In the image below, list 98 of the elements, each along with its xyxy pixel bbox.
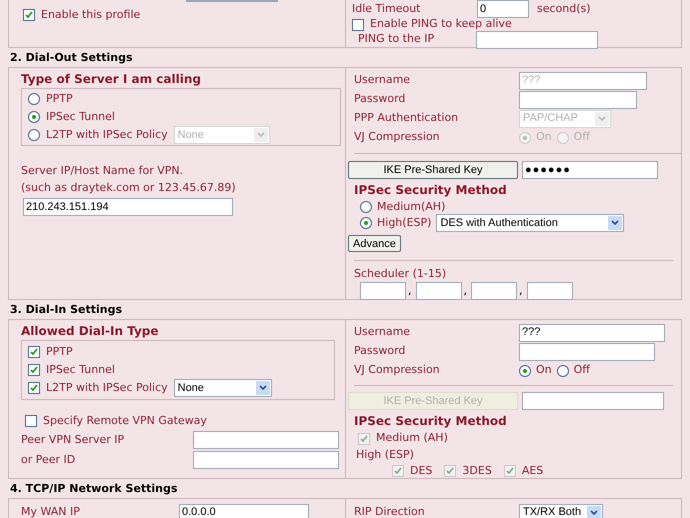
checkmark-icon <box>394 467 402 475</box>
text-field[interactable]: 0 <box>477 0 529 18</box>
checkbox[interactable] <box>28 346 40 358</box>
text-field[interactable] <box>193 431 339 449</box>
field-label: PING to the IP <box>358 31 436 48</box>
checkbox-label: PPTP <box>46 344 73 360</box>
dropdown-value: PAP/CHAP <box>523 111 578 126</box>
checkbox[interactable] <box>25 415 37 427</box>
group-title: Type of Server I am calling <box>21 71 202 88</box>
advance-button[interactable]: Advance <box>348 235 401 252</box>
field-label: Username <box>354 72 412 88</box>
radio-label: On <box>536 129 552 146</box>
ike-pre-shared-key-button[interactable]: IKE Pre-Shared Key <box>348 161 518 179</box>
dropdown[interactable]: DES with Authentication <box>436 214 624 232</box>
section-title: 4. TCP/IP Network Settings <box>9 482 178 496</box>
field-label: Password <box>354 91 406 108</box>
checkbox-label: Specify Remote VPN Gateway <box>43 412 207 429</box>
radio-label: Off <box>574 129 590 146</box>
checkmark-icon <box>25 11 33 20</box>
checkbox-label: L2TP with IPSec Policy <box>46 380 168 396</box>
field-label: Idle Timeout <box>352 0 422 17</box>
dropdown[interactable]: TX/RX Both <box>519 504 603 518</box>
dropdown[interactable]: None <box>174 379 272 397</box>
radio-button[interactable] <box>28 129 40 141</box>
checkmark-icon <box>506 467 514 475</box>
radio-label: L2TP with IPSec Policy <box>46 126 168 143</box>
separator-comma: , <box>519 283 522 299</box>
checkbox[interactable] <box>352 18 364 30</box>
radio-label: PPTP <box>46 90 73 107</box>
group-title: IPSec Security Method <box>354 182 508 199</box>
field-label: VJ Compression <box>354 362 441 378</box>
text-field[interactable] <box>416 282 462 300</box>
checkmark-icon <box>30 384 38 392</box>
field-label: Server IP/Host Name for VPN. <box>21 163 184 179</box>
dropdown-value: None <box>178 380 204 396</box>
checkbox[interactable] <box>28 364 40 376</box>
checkbox-label: DES <box>410 462 432 479</box>
checkbox[interactable] <box>28 382 40 394</box>
radio-button[interactable] <box>360 217 372 229</box>
radio-button[interactable] <box>28 93 40 105</box>
radio-button[interactable] <box>556 364 569 376</box>
radio-label: IPSec Tunnel <box>46 108 115 125</box>
dropdown-value: DES with Authentication <box>440 216 558 231</box>
separator-comma: , <box>408 283 412 299</box>
section-title: 3. Dial-In Settings <box>9 303 123 317</box>
dropdown-value: None <box>178 128 204 143</box>
text-field[interactable] <box>360 282 406 300</box>
text-field[interactable] <box>476 30 598 48</box>
dropdown-value: TX/RX Both <box>523 505 582 518</box>
radio-button[interactable] <box>360 201 372 213</box>
chevron-down-icon <box>254 128 268 142</box>
radio-label: High(ESP) <box>377 214 432 231</box>
checkbox-label: AES <box>522 462 544 479</box>
checkbox-label: Enable PING to keep alive <box>370 16 512 32</box>
field-label: PPP Authentication <box>354 110 460 126</box>
radio-button[interactable] <box>519 364 531 376</box>
checkmark-icon <box>446 467 454 475</box>
field-label: High (ESP) <box>356 447 415 463</box>
field-label: Scheduler (1-15) <box>354 266 448 282</box>
field-label: Username <box>354 324 412 340</box>
separator-comma: , <box>464 283 467 299</box>
text-field[interactable]: ??? <box>519 324 665 342</box>
group-title: Allowed Dial-In Type <box>21 323 160 340</box>
text-field[interactable] <box>519 90 637 108</box>
radio-label: Medium(AH) <box>377 198 446 215</box>
chevron-down-icon <box>256 381 270 395</box>
field-label: My WAN IP <box>21 504 81 518</box>
radio-label: On <box>536 362 552 378</box>
text-field[interactable] <box>526 282 572 300</box>
field-label: Peer VPN Server IP <box>21 432 126 448</box>
text-field[interactable] <box>471 282 517 300</box>
checkbox-label: Enable this profile <box>41 7 140 23</box>
radio-button[interactable] <box>28 111 40 123</box>
checkmark-icon <box>30 348 38 356</box>
text-field[interactable]: 210.243.151.194 <box>23 198 233 216</box>
checkbox-label: 3DES <box>462 462 492 479</box>
text-field[interactable] <box>193 451 339 469</box>
checkbox-label: IPSec Tunnel <box>46 362 115 378</box>
radio-label: Off <box>574 362 590 378</box>
password-field[interactable]: ●●●●●● <box>522 161 658 179</box>
group-title: IPSec Security Method <box>354 413 508 430</box>
field-label: RIP Direction <box>354 504 426 518</box>
password-field[interactable] <box>522 392 664 410</box>
checkmark-icon <box>30 366 38 374</box>
text-field[interactable] <box>519 342 655 360</box>
chevron-down-icon <box>595 112 609 126</box>
checkbox[interactable] <box>23 9 35 22</box>
checkmark-icon <box>360 434 368 442</box>
checkbox-label: Medium (AH) <box>376 430 448 446</box>
hint-text: (such as draytek.com or 123.45.67.89) <box>21 180 237 196</box>
unit-label: second(s) <box>537 0 591 17</box>
text-field[interactable]: 0.0.0.0 <box>179 504 309 518</box>
chevron-down-icon <box>587 506 601 518</box>
chevron-down-icon <box>608 216 622 230</box>
section-title: 2. Dial-Out Settings <box>9 51 134 65</box>
field-label: or Peer ID <box>21 452 76 468</box>
field-label: Password <box>354 343 406 360</box>
field-label: VJ Compression <box>354 129 441 146</box>
